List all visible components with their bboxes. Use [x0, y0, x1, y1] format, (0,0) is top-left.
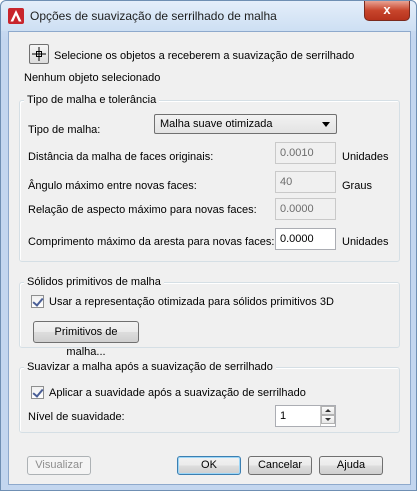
- selection-status: Nenhum objeto selecionado: [24, 72, 161, 84]
- angle-unit: Graus: [342, 180, 372, 192]
- angle-label: Ângulo máximo entre novas faces:: [28, 180, 197, 192]
- distance-field[interactable]: 0.0010: [275, 142, 336, 164]
- window-title: Opções de suavização de serrilhado de ma…: [30, 9, 277, 23]
- checkmark-icon: [32, 295, 44, 307]
- chevron-down-icon: [322, 122, 330, 127]
- select-objects-label[interactable]: Selecione os objetos a receberem a suavi…: [54, 50, 354, 62]
- select-objects-button[interactable]: [29, 44, 49, 64]
- mesh-type-select[interactable]: Malha suave otimizada: [154, 114, 337, 134]
- close-icon: x: [383, 2, 391, 17]
- angle-field[interactable]: 40: [275, 171, 336, 193]
- crosshair-icon: [32, 47, 46, 61]
- primitives-checkbox[interactable]: [31, 295, 44, 308]
- autocad-icon: [8, 8, 24, 24]
- mesh-tolerance-group-title: Tipo de malha e tolerância: [24, 94, 160, 106]
- ok-button[interactable]: OK: [177, 456, 241, 475]
- mesh-primitives-button[interactable]: Primitivos de malha...: [33, 321, 139, 358]
- apply-smoothness-checkbox[interactable]: [31, 386, 44, 399]
- primitives-group-title: Sólidos primitivos de malha: [24, 276, 164, 288]
- close-button[interactable]: x: [364, 1, 410, 21]
- cancel-button[interactable]: Cancelar: [248, 456, 312, 475]
- primitives-checkbox-label[interactable]: Usar a representação otimizada para sóli…: [49, 296, 334, 308]
- dialog-window: Opções de suavização de serrilhado de ma…: [0, 0, 417, 491]
- smoothness-level-label: Nível de suavidade:: [28, 411, 125, 423]
- preview-button[interactable]: Visualizar: [27, 456, 91, 475]
- checkmark-icon: [32, 386, 44, 398]
- title-bar[interactable]: Opções de suavização de serrilhado de ma…: [1, 1, 416, 31]
- dialog-client-area: Selecione os objetos a receberem a suavi…: [8, 31, 411, 485]
- distance-label: Distância da malha de faces originais:: [28, 151, 214, 163]
- mesh-type-value: Malha suave otimizada: [160, 118, 273, 130]
- aspect-ratio-label: Relação de aspecto máximo para novas fac…: [28, 204, 257, 216]
- smoothness-level-spinner[interactable]: [320, 406, 335, 426]
- spin-up-icon[interactable]: [321, 406, 335, 415]
- edge-length-field[interactable]: 0.0000: [275, 228, 336, 250]
- help-button[interactable]: Ajuda: [319, 456, 383, 475]
- smoothing-group: [19, 367, 400, 433]
- smoothness-level-value: 1: [280, 410, 287, 422]
- spin-down-icon[interactable]: [321, 415, 335, 424]
- distance-unit: Unidades: [342, 151, 389, 163]
- aspect-ratio-field[interactable]: 0.0000: [275, 198, 336, 220]
- apply-smoothness-label[interactable]: Aplicar a suavidade após a suavização de…: [49, 387, 306, 399]
- mesh-type-label: Tipo de malha:: [28, 124, 101, 136]
- edge-length-unit: Unidades: [342, 236, 389, 248]
- edge-length-label: Comprimento máximo da aresta para novas …: [28, 236, 275, 248]
- smoothing-group-title: Suavizar a malha após a suavização de se…: [24, 361, 276, 373]
